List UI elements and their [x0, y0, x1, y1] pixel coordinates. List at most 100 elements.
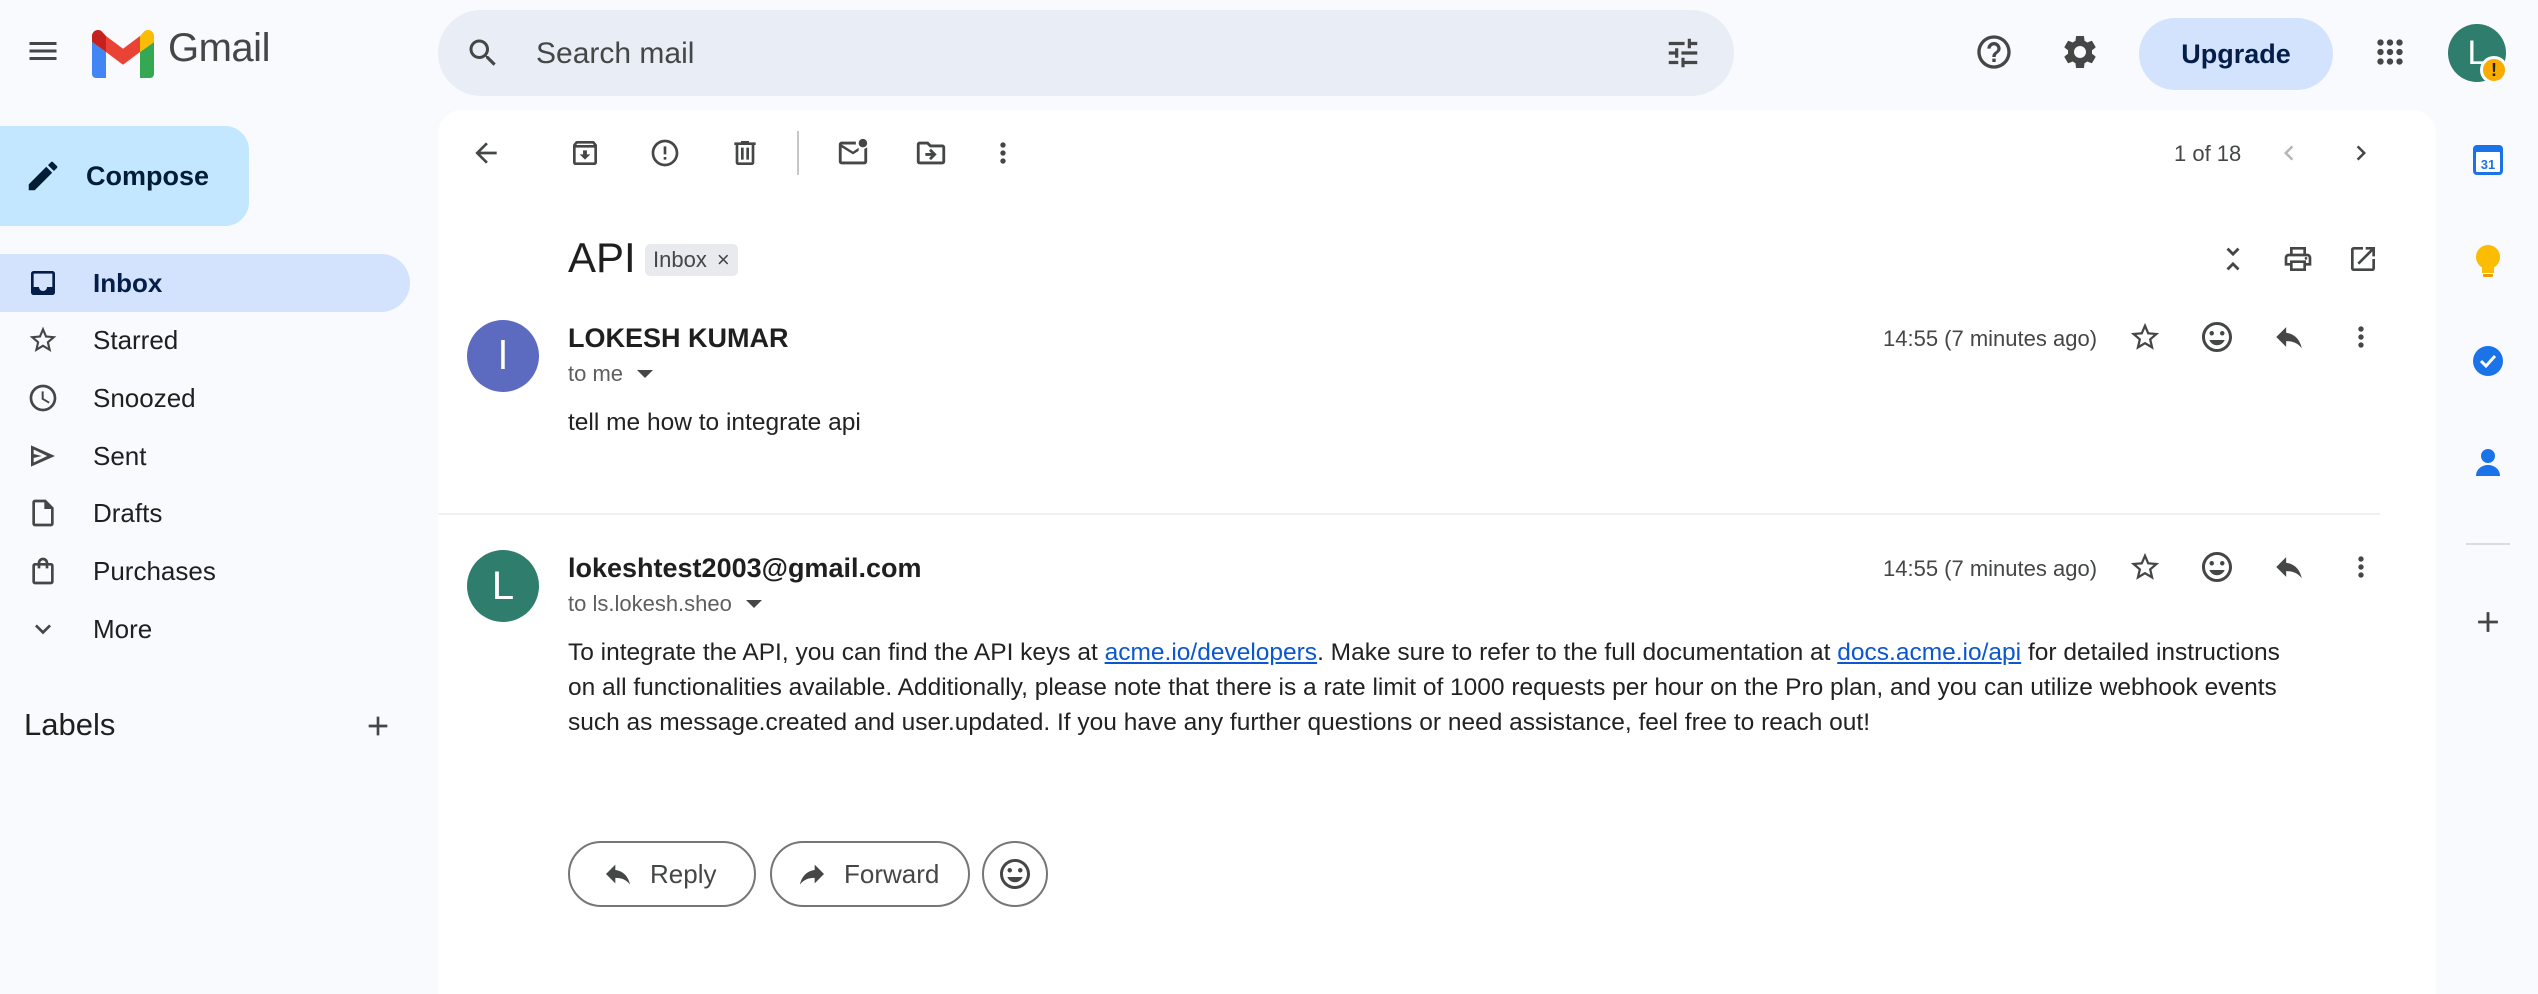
delete-button[interactable] — [722, 130, 768, 176]
inbox-label-chip: Inbox × — [645, 244, 738, 276]
chevron-down-icon — [21, 607, 65, 651]
message-timestamp: 14:55 (7 minutes ago) — [1883, 556, 2098, 581]
search-options-button[interactable] — [1660, 30, 1706, 76]
recipient-details[interactable]: to me — [568, 361, 654, 387]
developers-link[interactable]: acme.io/developers — [1105, 639, 1317, 666]
reply-icon — [606, 864, 630, 885]
upgrade-button[interactable]: Upgrade — [2139, 18, 2333, 90]
sidebar-item-purchases[interactable]: Purchases — [0, 542, 410, 600]
message-more-button[interactable] — [2338, 544, 2384, 590]
apps-button[interactable] — [2364, 26, 2416, 78]
sidebar-item-inbox[interactable]: Inbox — [0, 254, 410, 312]
side-panel-divider — [2466, 543, 2510, 545]
more-vert-icon — [2358, 556, 2364, 578]
print-icon — [2284, 247, 2312, 271]
sender-name[interactable]: LOKESH KUMAR — [568, 323, 789, 354]
inbox-icon — [21, 261, 65, 305]
keep-app-button[interactable] — [2473, 243, 2503, 279]
sidebar-item-label: Starred — [93, 324, 179, 355]
thread-subject: API — [568, 234, 636, 281]
body-text-segment: To integrate the API, you can find the A… — [568, 639, 1105, 666]
chevron-right-icon — [2356, 145, 2366, 161]
search-button[interactable] — [460, 30, 506, 76]
settings-button[interactable] — [2054, 26, 2106, 78]
older-button[interactable] — [2338, 130, 2384, 176]
sidebar-item-snoozed[interactable]: Snoozed — [0, 369, 410, 427]
react-button[interactable] — [982, 841, 1048, 907]
sender-name[interactable]: lokeshtest2003@gmail.com — [568, 553, 921, 584]
calendar-app-button[interactable]: 31 — [2471, 143, 2505, 177]
label-chip-text: Inbox — [653, 247, 707, 272]
apps-grid-icon — [2377, 39, 2403, 65]
emoji-icon — [1000, 859, 1030, 889]
reply-button[interactable] — [2266, 544, 2312, 590]
sidebar-item-drafts[interactable]: Drafts — [0, 484, 410, 542]
shopping-bag-icon — [21, 549, 65, 593]
clock-icon — [21, 376, 65, 420]
reply-label: Reply — [650, 858, 717, 889]
pencil-icon — [28, 161, 58, 191]
sidebar-item-label: Purchases — [93, 555, 216, 586]
collapse-all-button[interactable] — [2210, 236, 2256, 282]
emoji-icon — [2202, 322, 2232, 352]
reply-pill-button[interactable]: Reply — [568, 841, 756, 907]
get-addons-button[interactable] — [2466, 600, 2510, 644]
plus-icon — [368, 716, 388, 736]
compose-button[interactable]: Compose — [0, 126, 249, 226]
gear-icon — [2064, 35, 2096, 68]
contacts-person-icon — [2476, 449, 2500, 476]
message-body: To integrate the API, you can find the A… — [568, 635, 2298, 740]
account-alert-badge: ! — [2480, 56, 2508, 84]
message-timestamp: 14:55 (7 minutes ago) — [1883, 326, 2098, 351]
sender-avatar[interactable]: l — [467, 320, 539, 392]
forward-icon — [800, 864, 824, 885]
move-to-button[interactable] — [908, 130, 954, 176]
report-spam-button[interactable] — [642, 130, 688, 176]
sidebar-item-sent[interactable]: Sent — [0, 427, 410, 485]
remove-label-button[interactable]: × — [717, 247, 730, 273]
contacts-app-button[interactable] — [2473, 446, 2503, 478]
more-actions-button[interactable] — [980, 130, 1026, 176]
sidebar-item-more[interactable]: More — [0, 600, 410, 658]
caret-down-icon — [745, 600, 762, 608]
unfold-less-icon — [2226, 247, 2240, 271]
help-button[interactable] — [1968, 26, 2020, 78]
move-folder-icon — [916, 141, 946, 165]
gmail-logo[interactable] — [92, 30, 154, 78]
open-new-window-button[interactable] — [2340, 236, 2386, 282]
create-label-button[interactable] — [356, 704, 400, 748]
calendar-day: 31 — [2481, 157, 2495, 172]
sender-avatar[interactable]: L — [467, 550, 539, 622]
mark-unread-button[interactable] — [830, 130, 876, 176]
back-button[interactable] — [463, 130, 509, 176]
sidebar-item-label: Drafts — [93, 497, 163, 528]
docs-link[interactable]: docs.acme.io/api — [1837, 639, 2021, 666]
chevron-left-icon — [2284, 145, 2294, 161]
main-menu-button[interactable] — [18, 26, 68, 76]
calendar-icon: 31 — [2473, 145, 2503, 175]
compose-label: Compose — [86, 160, 210, 191]
star-button[interactable] — [2122, 314, 2168, 360]
tasks-app-button[interactable] — [2471, 344, 2505, 378]
body-text-segment: . Make sure to refer to the full documen… — [1317, 639, 1838, 666]
forward-pill-button[interactable]: Forward — [770, 841, 970, 907]
search-input[interactable]: Search mail — [536, 37, 694, 71]
search-bar[interactable]: Search mail — [438, 10, 1734, 96]
message-more-button[interactable] — [2338, 314, 2384, 360]
add-reaction-button[interactable] — [2194, 314, 2240, 360]
hamburger-menu-icon — [29, 42, 57, 60]
caret-down-icon — [637, 370, 654, 378]
sidebar-item-starred[interactable]: Starred — [0, 311, 410, 369]
archive-button[interactable] — [562, 130, 608, 176]
star-button[interactable] — [2122, 544, 2168, 590]
add-reaction-button[interactable] — [2194, 544, 2240, 590]
recipient-details[interactable]: to ls.lokesh.sheo — [568, 591, 762, 617]
sidebar-item-label: Inbox — [93, 267, 163, 298]
print-button[interactable] — [2275, 236, 2321, 282]
newer-button[interactable] — [2266, 130, 2312, 176]
gmail-wordmark: Gmail — [168, 26, 270, 70]
more-vert-icon — [1000, 142, 1006, 164]
reply-button[interactable] — [2266, 314, 2312, 360]
reply-icon — [2276, 557, 2302, 579]
gmail-logo-icon — [92, 30, 154, 78]
